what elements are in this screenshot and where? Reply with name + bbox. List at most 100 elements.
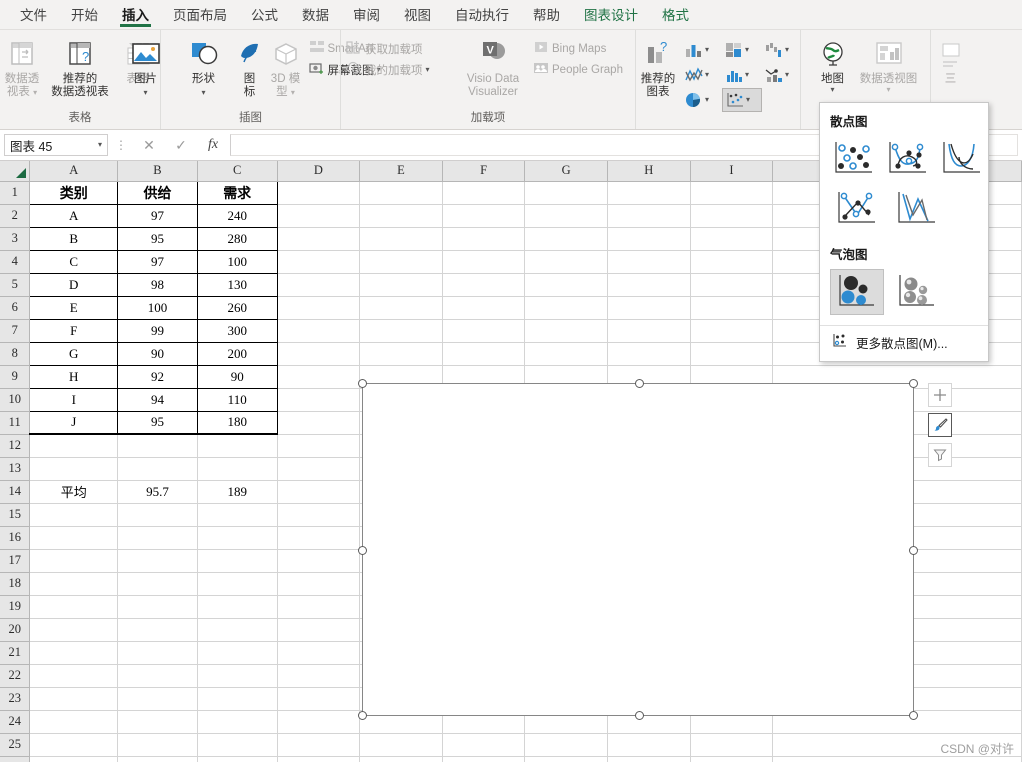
- cell-B16[interactable]: [117, 526, 198, 550]
- cell-D10[interactable]: [277, 388, 361, 412]
- column-header-E[interactable]: E: [359, 161, 443, 182]
- more-scatter-charts-item[interactable]: 更多散点图(M)...: [820, 326, 988, 361]
- cell-E8[interactable]: [359, 342, 443, 366]
- cell-D25[interactable]: [277, 733, 361, 757]
- column-header-B[interactable]: B: [117, 161, 198, 182]
- cell-D19[interactable]: [277, 595, 361, 619]
- cell-D1[interactable]: [277, 181, 361, 205]
- tab-automate[interactable]: 自动执行: [443, 1, 521, 29]
- waterfall-chart-caret-icon[interactable]: ▾: [785, 45, 789, 54]
- cell-G4[interactable]: [524, 250, 608, 274]
- tab-help[interactable]: 帮助: [521, 1, 572, 29]
- cell-C18[interactable]: [197, 572, 278, 596]
- resize-handle-n[interactable]: [635, 379, 644, 388]
- cell-C4[interactable]: 100: [196, 249, 278, 274]
- 3d-model-button[interactable]: 3D 模型 ▾: [267, 34, 305, 99]
- cell-E4[interactable]: [359, 250, 443, 274]
- cell-I7[interactable]: [690, 319, 774, 343]
- cell-B22[interactable]: [117, 664, 198, 688]
- cell-F7[interactable]: [442, 319, 526, 343]
- shapes-button[interactable]: 形状 ▾: [175, 34, 233, 99]
- recommended-pivot-table-button[interactable]: ? 推荐的 数据透视表: [51, 34, 109, 99]
- confirm-icon[interactable]: ✓: [166, 134, 196, 156]
- row-header-15[interactable]: 15: [0, 503, 31, 527]
- cell-C6[interactable]: 260: [196, 295, 278, 320]
- tab-data[interactable]: 数据: [290, 1, 341, 29]
- tab-file[interactable]: 文件: [8, 1, 59, 29]
- column-header-A[interactable]: A: [29, 161, 119, 182]
- cell-B25[interactable]: [117, 733, 198, 757]
- cell-A24[interactable]: [29, 710, 119, 734]
- cell-C8[interactable]: 200: [196, 341, 278, 366]
- cell-H4[interactable]: [607, 250, 691, 274]
- resize-handle-se[interactable]: [909, 711, 918, 720]
- cell-C11[interactable]: 180: [196, 410, 278, 435]
- cell-D4[interactable]: [277, 250, 361, 274]
- cell-A3[interactable]: B: [29, 226, 119, 251]
- cell-I25[interactable]: [690, 733, 774, 757]
- cell-A16[interactable]: [29, 526, 119, 550]
- row-header-21[interactable]: 21: [0, 641, 31, 665]
- row-header-16[interactable]: 16: [0, 526, 31, 550]
- cell-I8[interactable]: [690, 342, 774, 366]
- cell-C10[interactable]: 110: [196, 387, 278, 412]
- cell-B19[interactable]: [117, 595, 198, 619]
- row-header-14[interactable]: 14: [0, 480, 31, 504]
- cell-B11[interactable]: 95: [117, 410, 198, 435]
- cell-F8[interactable]: [442, 342, 526, 366]
- cell-A23[interactable]: [29, 687, 119, 711]
- row-header-6[interactable]: 6: [0, 296, 31, 320]
- cell-A6[interactable]: E: [29, 295, 119, 320]
- row-header-17[interactable]: 17: [0, 549, 31, 573]
- cell-E3[interactable]: [359, 227, 443, 251]
- row-header-13[interactable]: 13: [0, 457, 31, 481]
- recommended-charts-button[interactable]: ? 推荐的 图表: [634, 34, 682, 99]
- scatter-smooth-lines-item[interactable]: [938, 136, 986, 182]
- cell-A17[interactable]: [29, 549, 119, 573]
- cell-C17[interactable]: [197, 549, 278, 573]
- cell-C5[interactable]: 130: [196, 272, 278, 297]
- statistic-chart-caret-icon[interactable]: ▾: [745, 70, 749, 79]
- cell-D23[interactable]: [277, 687, 361, 711]
- cell-D11[interactable]: [277, 411, 361, 435]
- cell-F3[interactable]: [442, 227, 526, 251]
- chart-filters-button[interactable]: [928, 443, 952, 467]
- cell-C19[interactable]: [197, 595, 278, 619]
- scatter-chart-button[interactable]: ▾: [722, 87, 762, 112]
- combo-chart-caret-icon[interactable]: ▾: [785, 70, 789, 79]
- row-header-3[interactable]: 3: [0, 227, 31, 251]
- cell-B9[interactable]: 92: [117, 364, 198, 389]
- cell-D3[interactable]: [277, 227, 361, 251]
- cell-B7[interactable]: 99: [117, 318, 198, 343]
- scatter-straight-lines-markers-item[interactable]: [830, 186, 884, 232]
- cell-C25[interactable]: [197, 733, 278, 757]
- tab-chart-design[interactable]: 图表设计: [572, 1, 650, 29]
- cell-C15[interactable]: [197, 503, 278, 527]
- map-caret-icon[interactable]: ▾: [830, 86, 834, 94]
- cell-B20[interactable]: [117, 618, 198, 642]
- my-addins-caret-icon[interactable]: ▾: [426, 65, 430, 74]
- column-chart-caret-icon[interactable]: ▾: [705, 45, 709, 54]
- row-header-8[interactable]: 8: [0, 342, 31, 366]
- chart-placeholder[interactable]: [358, 379, 918, 720]
- cell-E6[interactable]: [359, 296, 443, 320]
- scatter-chart-caret-icon[interactable]: ▾: [746, 95, 750, 104]
- cell-H25[interactable]: [607, 733, 691, 757]
- row-header-20[interactable]: 20: [0, 618, 31, 642]
- cell-G2[interactable]: [524, 204, 608, 228]
- cell-A4[interactable]: C: [29, 249, 119, 274]
- cell-B15[interactable]: [117, 503, 198, 527]
- cell-C2[interactable]: 240: [196, 203, 278, 228]
- get-addins-button[interactable]: 获取加载项: [342, 38, 457, 59]
- chart-styles-button[interactable]: [928, 413, 952, 437]
- cell-F2[interactable]: [442, 204, 526, 228]
- cell-D20[interactable]: [277, 618, 361, 642]
- cell-G7[interactable]: [524, 319, 608, 343]
- bubble-3d-item[interactable]: [890, 269, 944, 315]
- cell-A26[interactable]: [29, 756, 119, 762]
- chart-elements-button[interactable]: [928, 383, 952, 407]
- people-graph-button[interactable]: People Graph: [529, 59, 634, 80]
- pie-chart-caret-icon[interactable]: ▾: [705, 95, 709, 104]
- cell-D14[interactable]: [277, 480, 361, 504]
- row-header-9[interactable]: 9: [0, 365, 31, 389]
